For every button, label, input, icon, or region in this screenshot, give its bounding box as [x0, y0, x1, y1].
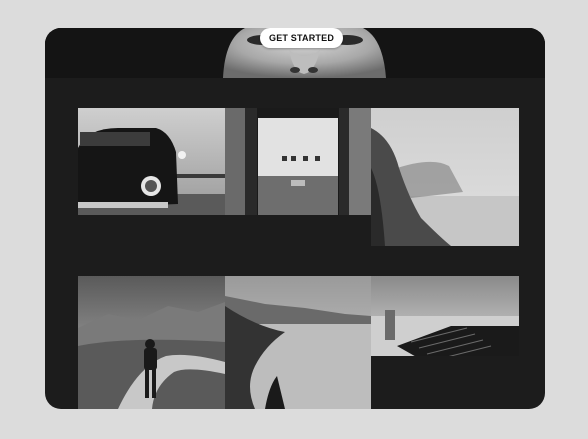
man-on-road-photo[interactable] [78, 276, 225, 409]
photo-gallery [45, 28, 545, 409]
concrete-steps-photo[interactable] [371, 276, 519, 363]
vintage-car-photo[interactable] [78, 108, 225, 215]
lake-mountains-photo[interactable] [225, 276, 371, 409]
device-frame: GET STARTED [45, 28, 545, 409]
gallery-room-photo[interactable] [225, 108, 371, 215]
coastal-cliff-photo[interactable] [371, 108, 519, 246]
